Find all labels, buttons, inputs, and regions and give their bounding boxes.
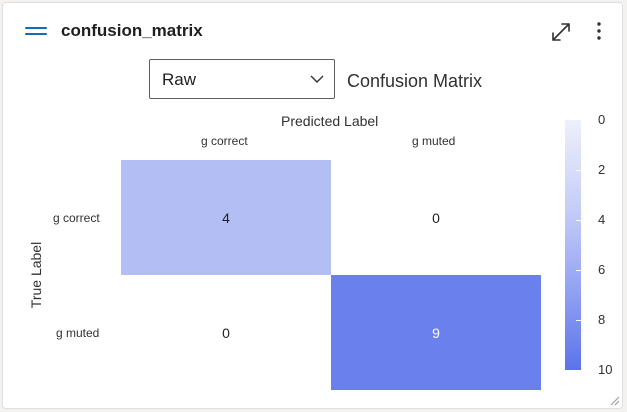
heatmap-cell[interactable]: 0 (121, 275, 331, 390)
confusion-matrix-card: confusion_matrix Raw Confusion Matrix Pr… (2, 2, 623, 409)
chart-title: Confusion Matrix (347, 71, 483, 91)
x-tick-label: g muted (412, 134, 456, 148)
card-title: confusion_matrix (61, 21, 203, 40)
colorbar-tick-label: 0 (598, 112, 606, 127)
colorbar-tick-label: 8 (598, 312, 606, 327)
drag-handle-icon[interactable] (25, 27, 47, 37)
resize-handle-icon[interactable] (606, 392, 620, 406)
heatmap-cell[interactable]: 4 (121, 160, 331, 275)
more-vertical-icon[interactable] (589, 19, 609, 43)
heatmap-cell-value: 4 (222, 209, 230, 226)
view-select-dropdown[interactable]: Raw (149, 59, 335, 99)
colorbar-tick (576, 270, 581, 271)
y-tick-label: g correct (53, 211, 100, 225)
colorbar-tick (576, 320, 581, 321)
colorbar-tick (576, 220, 581, 221)
heatmap-cell-value: 0 (432, 209, 440, 226)
heatmap-cell-value: 9 (432, 324, 440, 341)
colorbar (565, 120, 581, 370)
x-tick-label: g correct (201, 134, 248, 148)
heatmap-cell-value: 0 (222, 324, 230, 341)
colorbar-tick (576, 170, 581, 171)
expand-icon[interactable] (549, 20, 573, 44)
y-tick-label: g muted (56, 326, 100, 340)
y-axis-title: True Label (28, 241, 44, 309)
colorbar-tick-label: 4 (598, 212, 606, 227)
colorbar-tick-label: 6 (598, 262, 606, 277)
dropdown-selected-value: Raw (162, 70, 197, 89)
chevron-down-icon (309, 72, 325, 86)
colorbar-tick-label: 10 (598, 362, 613, 377)
heatmap-cell[interactable]: 0 (331, 160, 541, 275)
heatmap-cell[interactable]: 9 (331, 275, 541, 390)
x-axis-title: Predicted Label (281, 113, 379, 129)
colorbar-tick-label: 2 (598, 162, 606, 177)
